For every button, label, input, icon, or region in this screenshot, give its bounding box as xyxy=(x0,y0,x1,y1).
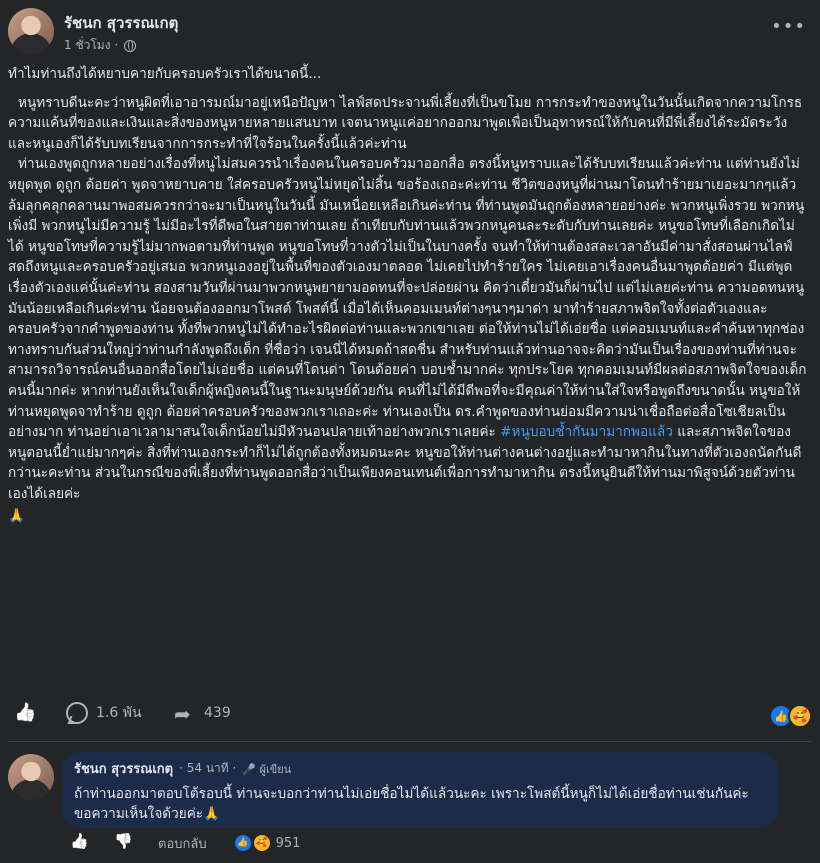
post-title: ทำไมท่านถึงได้หยาบคายกับครอบครัวเราได้ขน… xyxy=(8,66,322,82)
comment-icon xyxy=(66,702,88,724)
post-author-name[interactable]: รัชนก สุวรรณเกตุ xyxy=(64,11,178,35)
comment-count: 1.6 พัน xyxy=(96,705,142,721)
comment-header: รัชนก สุวรรณเกตุ · 54 นาที · 🎤 ผู้เขียน xyxy=(74,758,766,779)
comment-dislike-icon[interactable] xyxy=(114,832,136,854)
author-avatar[interactable] xyxy=(8,8,54,54)
pray-emoji: 🙏 xyxy=(8,508,25,525)
post-time[interactable]: 1 ชั่วโมง · xyxy=(64,36,118,55)
post-paragraph-2-text: ท่านเองพูดถูกหลายอย่างเรื่องที่หนูไม่สมค… xyxy=(8,156,807,441)
author-badge: 🎤 ผู้เขียน xyxy=(242,762,292,776)
care-reaction-icon: 🥰 xyxy=(251,833,272,853)
post-paragraph-1: หนูทราบดีนะคะว่าหนูผิดที่เอาอารมณ์มาอยู่… xyxy=(8,94,803,152)
more-options-icon[interactable]: ••• xyxy=(771,16,806,37)
like-reaction-icon: 👍 xyxy=(232,833,253,853)
comment-reaction-count: 951 xyxy=(275,835,301,851)
reply-button[interactable]: ตอบกลับ xyxy=(158,833,207,854)
comment-reaction-summary[interactable]: 👍 🥰 951 xyxy=(232,833,301,853)
post-meta: 1 ชั่วโมง · xyxy=(64,36,137,55)
post-actions: 1.6 พัน 439 👍 🥰 xyxy=(8,702,812,732)
post-body: ทำไมท่านถึงได้หยาบคายกับครอบครัวเราได้ขน… xyxy=(8,64,808,527)
post-paragraph-2: ท่านเองพูดถูกหลายอย่างเรื่องที่หนูไม่สมค… xyxy=(8,154,808,504)
comment-avatar[interactable] xyxy=(8,754,54,800)
comment-like-icon[interactable] xyxy=(70,832,92,854)
comment-text: ถ้าท่านออกมาตอบโต้รอบนี้ ท่านจะบอกว่าท่า… xyxy=(74,786,749,822)
share-button[interactable]: 439 xyxy=(174,702,231,724)
comment-actions: ตอบกลับ 👍 🥰 951 xyxy=(70,832,300,854)
globe-icon xyxy=(124,39,137,52)
hashtag-link[interactable]: #หนูบอบช้ำกันมามากพอแล้ว xyxy=(500,424,673,440)
share-count: 439 xyxy=(204,705,231,721)
reaction-summary[interactable]: 👍 🥰 xyxy=(769,704,812,728)
comment-button[interactable]: 1.6 พัน xyxy=(66,702,142,724)
share-icon xyxy=(174,702,196,724)
comment-author-name[interactable]: รัชนก สุวรรณเกตุ xyxy=(74,758,173,779)
comment-time[interactable]: · 54 นาที · xyxy=(179,759,236,778)
comment-bubble: รัชนก สุวรรณเกตุ · 54 นาที · 🎤 ผู้เขียน … xyxy=(62,752,778,828)
divider xyxy=(8,741,812,742)
like-icon xyxy=(14,702,36,724)
like-button[interactable] xyxy=(14,702,36,724)
post-header: รัชนก สุวรรณเกตุ 1 ชั่วโมง · ••• xyxy=(8,8,812,56)
care-reaction-icon: 🥰 xyxy=(788,704,812,728)
